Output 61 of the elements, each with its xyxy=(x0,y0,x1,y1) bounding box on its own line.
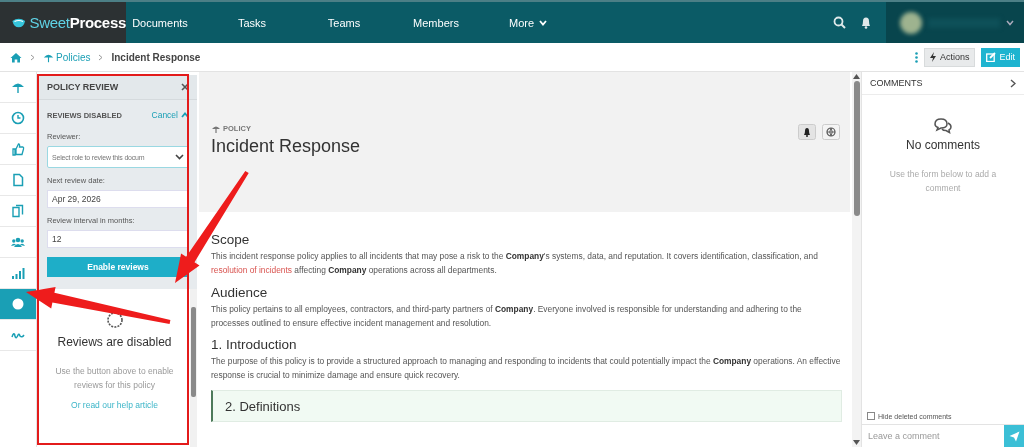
breadcrumb-current: Incident Response xyxy=(111,51,201,63)
nav-link[interactable]: Documents xyxy=(126,2,206,43)
more-options-icon[interactable] xyxy=(914,51,918,63)
inline-link[interactable]: resolution of incidents xyxy=(211,264,292,275)
caret-icon xyxy=(1006,19,1014,26)
section-heading: 1. Introduction xyxy=(211,337,298,353)
scrollbar[interactable] xyxy=(852,72,861,447)
bell-icon[interactable] xyxy=(798,124,816,140)
lightning-icon xyxy=(929,52,936,62)
actions-button[interactable]: Actions xyxy=(923,47,976,67)
chevron-icon xyxy=(30,53,35,61)
nav-link[interactable]: More xyxy=(482,2,574,43)
document-title: Incident Response xyxy=(211,136,361,157)
caret-icon xyxy=(539,19,548,26)
input-field[interactable]: 12 xyxy=(47,230,189,248)
empty-state-text: Use the button above to enable reviews for this policy xyxy=(54,365,175,392)
send-icon xyxy=(1008,430,1020,442)
sidebar-item[interactable] xyxy=(0,289,36,320)
checkbox[interactable] xyxy=(867,412,875,420)
circle-icon xyxy=(11,297,25,311)
paragraph: This policy pertains to all employees, contractors, and third-party partners of Company. Everyone involved is responsible for understanding and adhering to the processes outlined to ensure effective incident management and resolution. xyxy=(211,302,803,330)
umbrella-icon xyxy=(211,124,221,133)
edit-icon xyxy=(986,52,997,62)
logo-text: SweetProcess xyxy=(29,14,126,31)
thumbs-up-icon xyxy=(11,142,25,156)
files-icon xyxy=(11,204,25,218)
section-heading: Scope xyxy=(211,232,251,247)
paragraph: The purpose of this policy is to provide a structured approach to managing and responding to incidents that could potentially impact the Company operations. An effective response is crucial to minimize damage and ensure quick recovery. xyxy=(211,355,842,383)
chevron-right-icon[interactable] xyxy=(1010,78,1016,88)
scroll-down-icon xyxy=(853,440,860,445)
user-menu[interactable] xyxy=(886,2,1024,43)
caret-icon xyxy=(175,154,184,160)
file-icon xyxy=(11,173,25,187)
nav-link[interactable]: Teams xyxy=(298,2,390,43)
home-icon[interactable] xyxy=(10,51,22,63)
section-heading: 2. Definitions xyxy=(225,399,301,415)
section-heading: Audience xyxy=(211,284,269,300)
input-field[interactable]: Apr 29, 2026 xyxy=(47,190,189,208)
empty-state-text: Use the form below to add a comment xyxy=(888,168,998,195)
signal-icon xyxy=(11,266,25,280)
clock-icon xyxy=(11,111,25,125)
search-icon[interactable] xyxy=(833,16,846,29)
scroll-up-icon xyxy=(853,74,860,79)
close-icon[interactable] xyxy=(181,83,189,91)
bell-icon[interactable] xyxy=(860,16,872,29)
panel-title: COMMENTS xyxy=(870,78,923,88)
paragraph: This incident response policy applies to all incidents that may pose a risk to the Company's systems, data, and reputation. It covers identification, classification, and resolution of incidents affecting Company operations across all departments. xyxy=(211,250,819,277)
nav-link[interactable]: Members xyxy=(390,2,482,43)
comments-icon xyxy=(933,117,953,134)
scrollbar[interactable] xyxy=(190,289,197,447)
nav-link[interactable]: Tasks xyxy=(206,2,298,43)
send-button[interactable] xyxy=(1004,425,1024,447)
avatar xyxy=(900,11,922,34)
empty-state-title: No comments xyxy=(906,138,980,152)
chevron-icon xyxy=(98,53,104,61)
panel-title: POLICY REVIEW xyxy=(47,82,119,92)
empty-state-title: Reviews are disabled xyxy=(57,335,172,349)
spinner-icon xyxy=(105,311,124,329)
users-icon xyxy=(11,235,25,249)
globe-icon[interactable] xyxy=(822,124,840,140)
chevron-up-icon xyxy=(181,112,189,118)
